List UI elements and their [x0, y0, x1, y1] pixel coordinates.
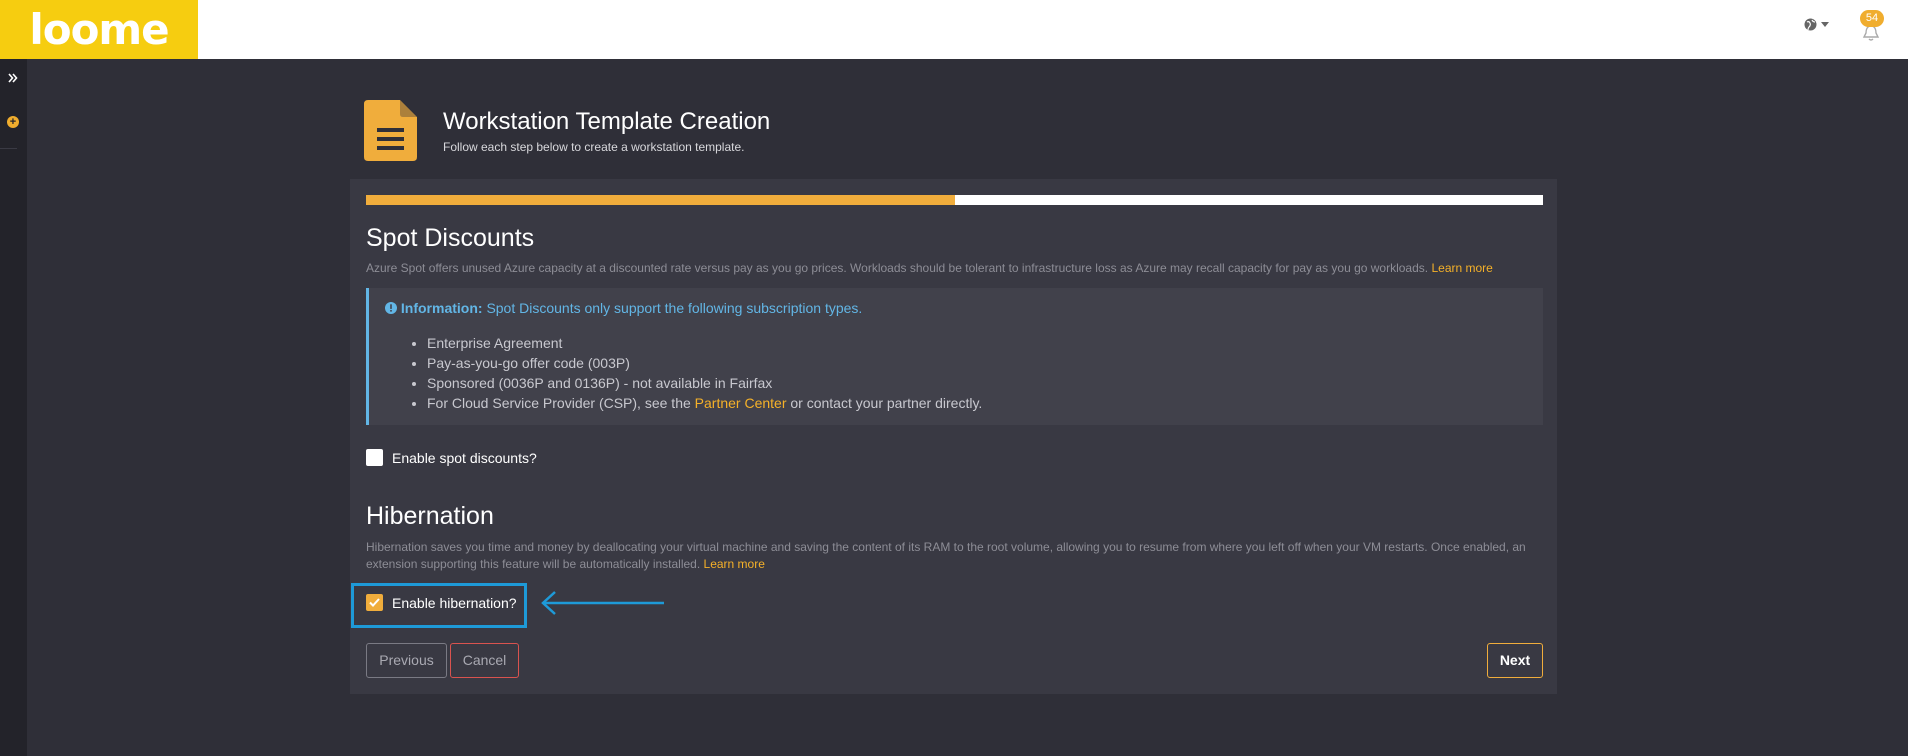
- language-selector[interactable]: [1804, 18, 1829, 31]
- document-icon: [364, 100, 417, 161]
- progress-bar: [366, 195, 1543, 205]
- hibernation-description-text: Hibernation saves you time and money by …: [366, 540, 1526, 571]
- notification-count-badge: 54: [1860, 10, 1884, 27]
- spot-learn-more-link[interactable]: Learn more: [1431, 261, 1492, 275]
- partner-center-link[interactable]: Partner Center: [695, 395, 787, 411]
- arrow-left-icon: [541, 591, 664, 615]
- top-bar: loome 54: [0, 0, 1908, 59]
- plus-circle-icon[interactable]: +: [7, 116, 19, 128]
- info-circle-icon: [385, 302, 397, 314]
- spot-discounts-description: Azure Spot offers unused Azure capacity …: [366, 260, 1543, 277]
- wizard-panel: Spot Discounts Azure Spot offers unused …: [350, 179, 1557, 694]
- info-label: Information:: [400, 300, 483, 316]
- sidebar: +: [0, 59, 27, 756]
- logo-text: loome: [29, 5, 169, 54]
- notifications-button[interactable]: 54: [1858, 10, 1884, 44]
- page-title: Workstation Template Creation: [443, 108, 771, 135]
- spot-description-text: Azure Spot offers unused Azure capacity …: [366, 261, 1429, 275]
- globe-icon: [1804, 18, 1817, 31]
- info-heading: Information: Spot Discounts only support…: [385, 300, 1543, 316]
- list-item: Sponsored (0036P and 0136P) - not availa…: [427, 373, 1543, 393]
- cancel-button[interactable]: Cancel: [450, 643, 519, 678]
- list-item: Enterprise Agreement: [427, 333, 1543, 353]
- info-alert: Information: Spot Discounts only support…: [366, 288, 1543, 425]
- caret-down-icon: [1821, 22, 1829, 27]
- double-chevron-right-icon: [8, 73, 18, 83]
- hibernation-description: Hibernation saves you time and money by …: [366, 539, 1543, 573]
- expand-sidebar-button[interactable]: [6, 71, 20, 85]
- spot-discounts-heading: Spot Discounts: [366, 224, 535, 252]
- hibernation-learn-more-link[interactable]: Learn more: [704, 557, 765, 571]
- info-text: Spot Discounts only support the followin…: [486, 300, 863, 316]
- previous-button[interactable]: Previous: [366, 643, 447, 678]
- sidebar-divider: [0, 148, 17, 149]
- next-button[interactable]: Next: [1487, 643, 1543, 678]
- csp-prefix: For Cloud Service Provider (CSP), see th…: [427, 395, 691, 411]
- hibernation-heading: Hibernation: [366, 502, 494, 530]
- enable-spot-discounts-label: Enable spot discounts?: [392, 449, 537, 466]
- enable-spot-discounts-checkbox[interactable]: [366, 449, 383, 466]
- list-item-csp: For Cloud Service Provider (CSP), see th…: [427, 393, 1543, 413]
- page-subtitle: Follow each step below to create a works…: [443, 140, 745, 154]
- logo[interactable]: loome: [0, 0, 198, 59]
- highlight-box: [351, 583, 527, 628]
- subscription-type-list: Enterprise Agreement Pay-as-you-go offer…: [427, 333, 1543, 413]
- progress-bar-fill: [366, 195, 955, 205]
- csp-suffix: or contact your partner directly.: [790, 395, 983, 411]
- enable-spot-discounts-row[interactable]: Enable spot discounts?: [366, 449, 537, 466]
- list-item: Pay-as-you-go offer code (003P): [427, 353, 1543, 373]
